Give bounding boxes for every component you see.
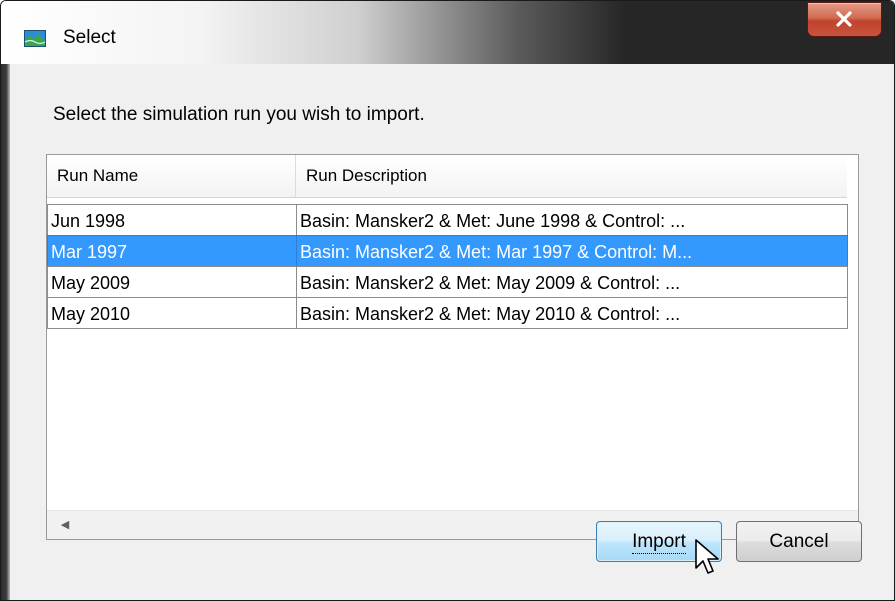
table-row[interactable]: Jun 1998 Basin: Mansker2 & Met: June 199… (47, 204, 848, 236)
table-row-selected[interactable]: Mar 1997 Basin: Mansker2 & Met: Mar 1997… (47, 235, 848, 267)
close-icon (836, 11, 852, 27)
runs-table: Run Name Run Description Jun 1998 Basin:… (46, 154, 859, 540)
window-title: Select (63, 27, 116, 48)
table-row[interactable]: May 2009 Basin: Mansker2 & Met: May 2009… (47, 266, 848, 298)
table-row[interactable]: May 2010 Basin: Mansker2 & Met: May 2010… (47, 297, 848, 329)
run-description-cell[interactable]: Basin: Mansker2 & Met: May 2010 & Contro… (296, 297, 848, 329)
run-description-cell[interactable]: Basin: Mansker2 & Met: June 1998 & Contr… (296, 204, 848, 236)
landscape-icon (24, 30, 46, 47)
column-header-run-description[interactable]: Run Description (296, 155, 847, 197)
instruction-text: Select the simulation run you wish to im… (53, 104, 425, 125)
run-name-cell[interactable]: Mar 1997 (47, 235, 297, 267)
mouse-pointer-icon (695, 539, 719, 574)
run-name-cell[interactable]: May 2010 (47, 297, 297, 329)
run-name-cell[interactable]: May 2009 (47, 266, 297, 298)
run-name-cell[interactable]: Jun 1998 (47, 204, 297, 236)
cancel-button-label: Cancel (769, 531, 829, 552)
window-frame-left (1, 64, 10, 600)
import-button-label: Import (632, 531, 686, 554)
table-header: Run Name Run Description (47, 155, 847, 198)
cancel-button[interactable]: Cancel (736, 521, 862, 562)
title-bar[interactable]: Select (1, 1, 894, 64)
select-dialog: Select Select the simulation run you wis… (0, 0, 895, 601)
run-description-cell[interactable]: Basin: Mansker2 & Met: May 2009 & Contro… (296, 266, 848, 298)
column-header-run-name[interactable]: Run Name (47, 155, 296, 197)
run-description-cell[interactable]: Basin: Mansker2 & Met: Mar 1997 & Contro… (296, 235, 848, 267)
scroll-left-arrow-icon[interactable]: ◀ (51, 511, 79, 539)
dialog-body: Select the simulation run you wish to im… (10, 64, 894, 600)
close-button[interactable] (807, 2, 882, 37)
